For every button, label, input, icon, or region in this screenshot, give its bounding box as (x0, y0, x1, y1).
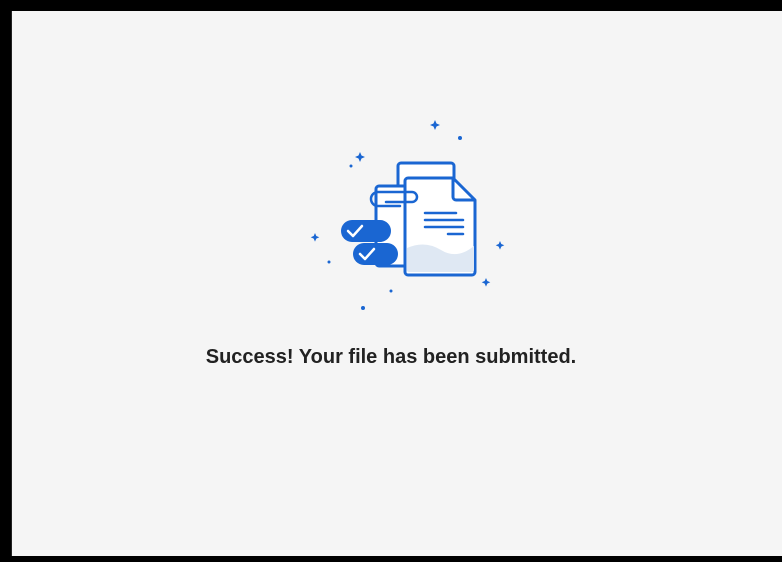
check-tab-2 (353, 243, 398, 265)
documents-submitted-icon (310, 120, 505, 310)
check-tab-1 (341, 220, 391, 242)
success-message: Success! Your file has been submitted. (205, 346, 577, 368)
window-frame: Success! Your file has been submitted. (0, 0, 782, 562)
